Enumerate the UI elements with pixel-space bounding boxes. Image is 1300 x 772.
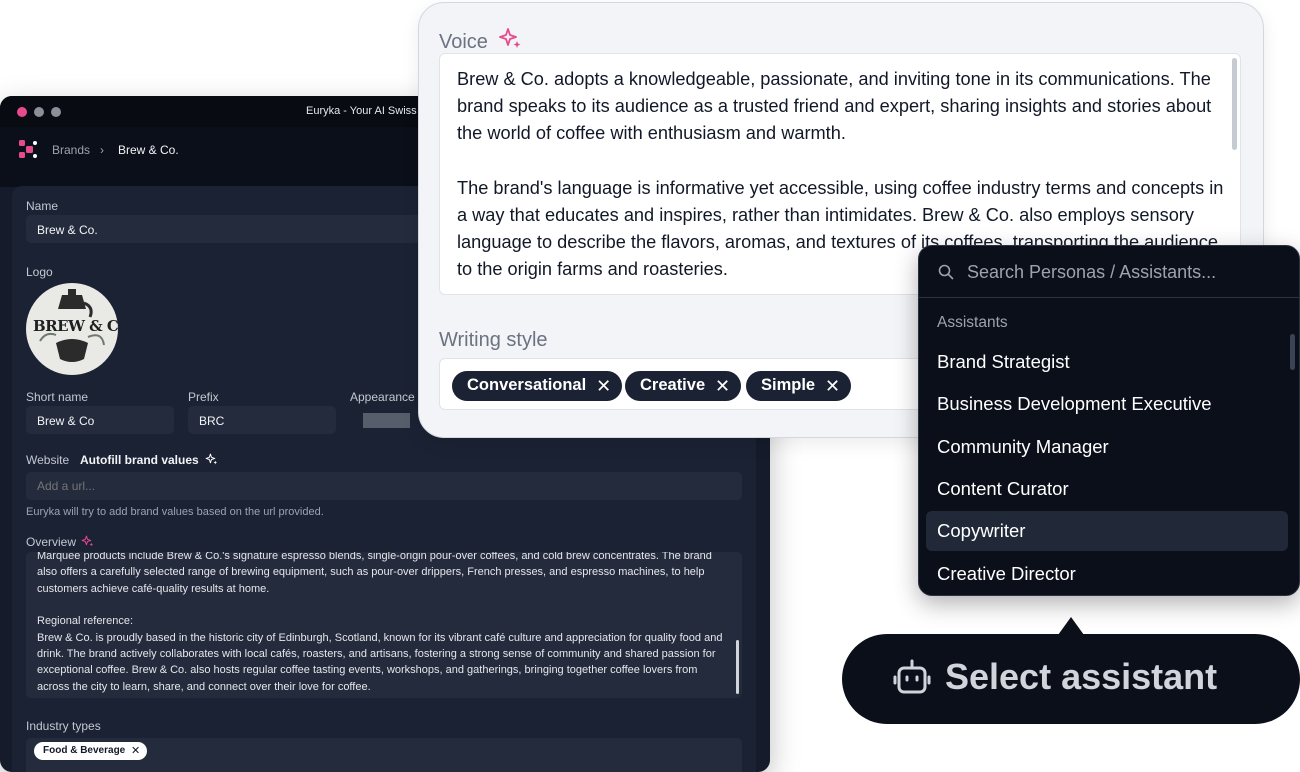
window-title: Euryka - Your AI Swiss A [306, 105, 427, 117]
prefix-label: Prefix [188, 390, 219, 404]
writing-style-chip[interactable]: Simple ✕ [746, 371, 852, 401]
close-icon[interactable]: ✕ [596, 376, 611, 397]
overview-scrollbar[interactable] [736, 640, 739, 694]
website-label: Website [26, 453, 70, 467]
overview-label-text: Overview [26, 535, 77, 549]
voice-label: Voice [439, 27, 522, 54]
maximize-window-button[interactable] [51, 107, 61, 117]
search-input[interactable] [967, 259, 1277, 285]
overview-label: Overview [26, 535, 94, 549]
prefix-field[interactable]: BRC [188, 406, 336, 434]
website-hint: Euryka will try to add brand values base… [26, 506, 324, 518]
assistant-option[interactable]: Community Manager [926, 427, 1288, 467]
logo-wordmark: BREW & CO. [33, 317, 118, 335]
breadcrumb-current: Brew & Co. [118, 143, 179, 157]
assistant-option[interactable]: Content Curator [926, 469, 1288, 509]
search-icon [938, 264, 954, 280]
autofill-label: Autofill brand values [80, 453, 199, 467]
brand-logo-icon[interactable] [17, 138, 39, 162]
select-assistant-label: Select assistant [945, 656, 1218, 697]
industry-chip[interactable]: Food & Beverage ✕ [34, 742, 148, 760]
close-icon[interactable]: ✕ [131, 744, 140, 757]
close-window-button[interactable] [17, 107, 27, 117]
select-assistant-button[interactable]: Select assistant [842, 634, 1300, 724]
voice-label-text: Voice [439, 31, 488, 53]
sparkle-icon[interactable] [81, 535, 94, 548]
industry-types-field[interactable]: Food & Beverage ✕ [26, 738, 742, 772]
logo-label: Logo [26, 265, 53, 279]
chip-label: Conversational [467, 376, 587, 394]
brand-logo-image[interactable]: BREW & CO. [26, 283, 118, 375]
overview-text: Marquee products include Brew & Co.'s si… [37, 552, 727, 695]
assistant-option[interactable]: Business Development Executive [926, 384, 1288, 424]
assistant-option[interactable]: Creative Director [926, 554, 1288, 594]
minimize-window-button[interactable] [34, 107, 44, 117]
industry-chip-label: Food & Beverage [43, 745, 126, 756]
assistant-dropdown: Assistants Brand Strategist Business Dev… [918, 245, 1300, 596]
close-icon[interactable]: ✕ [825, 376, 840, 397]
assistant-option-selected[interactable]: Copywriter [926, 511, 1288, 551]
voice-scrollbar[interactable] [1232, 58, 1237, 150]
appearance-label: Appearance [350, 390, 415, 404]
dropdown-scrollbar[interactable] [1290, 334, 1295, 370]
tooltip-arrow [1058, 617, 1084, 635]
breadcrumb-brands[interactable]: Brands [52, 143, 90, 157]
search-row [919, 246, 1299, 298]
autofill-brand-values-button[interactable]: Autofill brand values [80, 453, 218, 467]
robot-icon [893, 659, 931, 694]
close-icon[interactable]: ✕ [715, 376, 730, 397]
overview-paragraph: Marquee products include Brew & Co.'s si… [37, 552, 712, 595]
name-label: Name [26, 199, 59, 213]
chip-label: Simple [761, 376, 816, 394]
short-name-field[interactable]: Brew & Co [26, 406, 174, 434]
overview-textarea[interactable]: Marquee products include Brew & Co.'s si… [26, 552, 742, 698]
voice-paragraph: Brew & Co. adopts a knowledgeable, passi… [457, 69, 1212, 144]
writing-style-chip[interactable]: Conversational ✕ [452, 371, 623, 401]
website-url-input[interactable] [26, 472, 742, 500]
assistant-option[interactable]: Brand Strategist [926, 342, 1288, 382]
overview-paragraph: Regional reference: Brew & Co. is proudl… [37, 615, 723, 693]
sparkle-icon [205, 453, 218, 465]
breadcrumb-separator: › [100, 143, 104, 157]
writing-style-chip[interactable]: Creative ✕ [625, 371, 742, 401]
industry-types-label: Industry types [26, 719, 101, 733]
short-name-label: Short name [26, 390, 89, 404]
sparkle-icon[interactable] [498, 27, 522, 51]
section-label-assistants: Assistants [937, 314, 1008, 331]
appearance-color-swatch[interactable] [363, 413, 410, 428]
chip-label: Creative [640, 376, 706, 394]
writing-style-label: Writing style [439, 329, 548, 351]
